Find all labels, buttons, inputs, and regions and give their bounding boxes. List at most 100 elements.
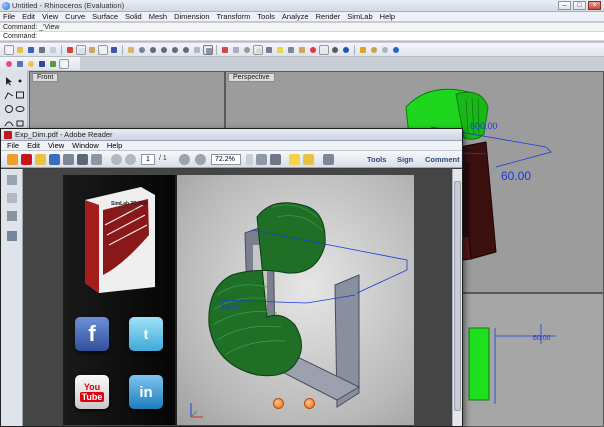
twitter-icon[interactable]: t	[129, 317, 163, 351]
close-button[interactable]: ×	[588, 1, 601, 10]
ellipse-icon[interactable]	[15, 104, 25, 114]
object-snap-icon[interactable]	[253, 44, 263, 55]
properties-icon[interactable]	[242, 45, 252, 55]
render-icon[interactable]	[297, 45, 307, 55]
color-wheel-icon[interactable]	[4, 59, 14, 69]
print-icon[interactable]	[37, 45, 47, 55]
highlight-icon[interactable]	[303, 154, 314, 165]
zoom-dropdown-icon[interactable]	[246, 154, 253, 165]
comment-link[interactable]: Comment	[425, 155, 460, 164]
layout-icon[interactable]	[37, 59, 47, 69]
zoom-selected-icon[interactable]	[181, 45, 191, 55]
page-3d-view[interactable]: 600.00	[175, 175, 414, 425]
select-all-icon[interactable]	[231, 45, 241, 55]
point-icon[interactable]	[15, 76, 25, 86]
zoom-window-icon[interactable]	[159, 45, 169, 55]
help-icon[interactable]	[391, 45, 401, 55]
facebook-icon[interactable]: f	[75, 317, 109, 351]
menu-dimension[interactable]: Dimension	[174, 12, 209, 21]
right-viewport[interactable]: 60.00	[460, 293, 604, 427]
zoom-out-icon[interactable]	[179, 154, 190, 165]
rotate-view-icon[interactable]	[137, 45, 147, 55]
layer-icon[interactable]	[220, 45, 230, 55]
zoom-select[interactable]: 72.2%	[211, 154, 241, 165]
menu-transform[interactable]: Transform	[217, 12, 251, 21]
undo-view-icon[interactable]	[192, 45, 202, 55]
edit-icon[interactable]	[35, 154, 46, 165]
delete-icon[interactable]	[98, 44, 108, 55]
options-icon[interactable]	[369, 45, 379, 55]
next-view-arrow-icon[interactable]	[304, 398, 315, 409]
front-viewport-label[interactable]: Front	[32, 73, 59, 82]
open-folder-icon[interactable]	[15, 45, 25, 55]
attachments-icon[interactable]	[7, 193, 17, 203]
menu-simlab[interactable]: SimLab	[347, 12, 372, 21]
save-icon[interactable]	[26, 45, 36, 55]
rendered-sphere-icon[interactable]	[330, 45, 340, 55]
tools-link[interactable]: Tools	[367, 155, 386, 164]
shaded-sphere-icon[interactable]	[319, 44, 329, 55]
menu-view[interactable]: View	[42, 12, 58, 21]
comment-bubble-icon[interactable]	[289, 154, 300, 165]
pdf-export-icon[interactable]	[48, 59, 58, 69]
reader-menu-view[interactable]: View	[48, 141, 64, 150]
sign-link[interactable]: Sign	[397, 155, 413, 164]
cloud-icon[interactable]	[49, 154, 60, 165]
menu-analyze[interactable]: Analyze	[282, 12, 309, 21]
create-pdf-icon[interactable]	[21, 154, 32, 165]
box-icon[interactable]	[15, 118, 25, 128]
command-prompt-input[interactable]: Command:	[0, 32, 604, 41]
reader-menu-edit[interactable]: Edit	[27, 141, 40, 150]
print-pdf-icon[interactable]	[77, 154, 88, 165]
scrollbar-thumb[interactable]	[454, 181, 461, 411]
menu-tools[interactable]: Tools	[257, 12, 275, 21]
polyline-icon[interactable]	[4, 90, 14, 100]
lock-icon[interactable]	[286, 45, 296, 55]
menu-render[interactable]: Render	[316, 12, 341, 21]
page-number-input[interactable]: 1	[141, 154, 155, 165]
maximize-button[interactable]: □	[573, 1, 586, 10]
menu-file[interactable]: File	[3, 12, 15, 21]
fit-width-icon[interactable]	[270, 154, 281, 165]
copy-icon[interactable]	[76, 44, 86, 55]
page-thumbnails-icon[interactable]	[7, 175, 17, 185]
model-tree-icon[interactable]	[7, 231, 17, 241]
reader-menu-file[interactable]: File	[7, 141, 19, 150]
new-file-icon[interactable]	[4, 44, 14, 55]
vertical-scrollbar[interactable]	[452, 169, 462, 426]
arc-icon[interactable]	[4, 118, 14, 128]
front-viewport[interactable]: Front	[29, 71, 225, 131]
material-icon[interactable]	[308, 45, 318, 55]
prev-page-icon[interactable]	[111, 154, 122, 165]
rectangle-icon[interactable]	[15, 90, 25, 100]
reader-menu-help[interactable]: Help	[107, 141, 122, 150]
menu-mesh[interactable]: Mesh	[149, 12, 167, 21]
select-arrow-icon[interactable]	[4, 76, 14, 86]
open-icon[interactable]	[7, 154, 18, 165]
undo-icon[interactable]	[109, 45, 119, 55]
zoom-icon[interactable]	[148, 45, 158, 55]
paste-icon[interactable]	[87, 45, 97, 55]
grid-icon[interactable]	[15, 59, 25, 69]
document-area[interactable]: SimLab 3D PDF 3.5 for Rhino f t You Tube …	[23, 169, 462, 426]
circle-icon[interactable]	[4, 104, 14, 114]
menu-surface[interactable]: Surface	[92, 12, 118, 21]
cut-icon[interactable]	[65, 45, 75, 55]
sun-icon[interactable]	[26, 59, 36, 69]
four-viewports-icon[interactable]	[203, 44, 213, 55]
reader-menu-window[interactable]: Window	[72, 141, 99, 150]
menu-help[interactable]: Help	[380, 12, 395, 21]
pan-hand-icon[interactable]	[126, 45, 136, 55]
import-icon[interactable]	[48, 45, 58, 55]
save-pdf-icon[interactable]	[63, 154, 74, 165]
hide-icon[interactable]	[264, 45, 274, 55]
youtube-icon[interactable]: You Tube	[75, 375, 109, 409]
fit-page-icon[interactable]	[256, 154, 267, 165]
menu-edit[interactable]: Edit	[22, 12, 35, 21]
zoom-in-icon[interactable]	[195, 154, 206, 165]
menu-curve[interactable]: Curve	[65, 12, 85, 21]
email-icon[interactable]	[91, 154, 102, 165]
minimize-button[interactable]: –	[558, 1, 571, 10]
settings-icon[interactable]	[380, 45, 390, 55]
zoom-extents-icon[interactable]	[170, 45, 180, 55]
